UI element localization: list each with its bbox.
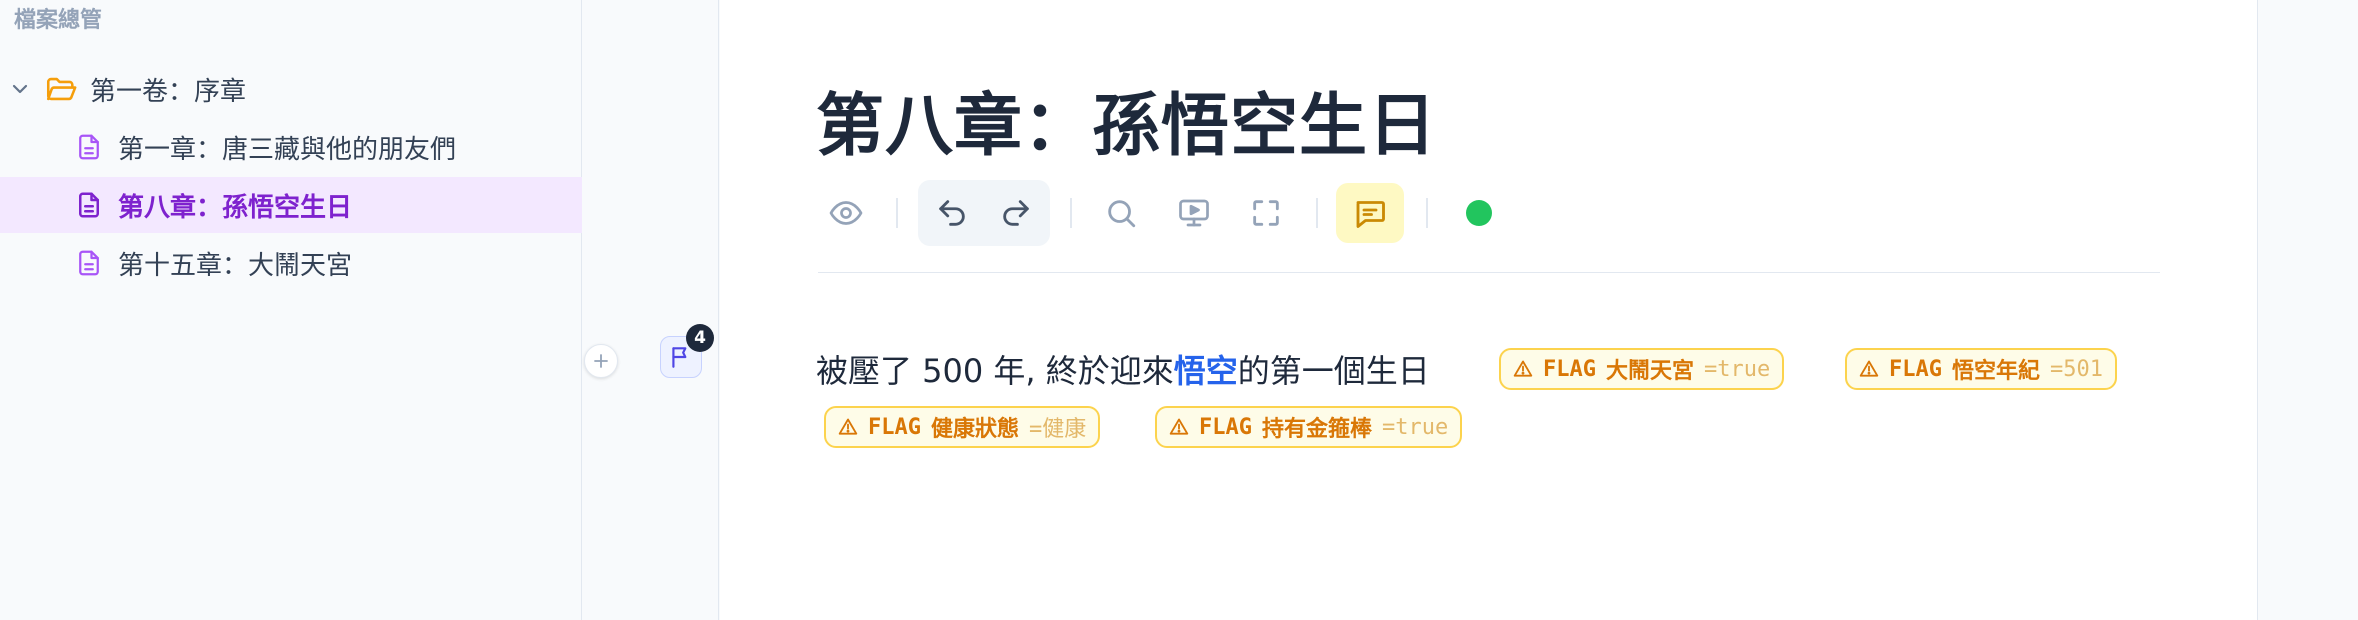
document-icon [79, 250, 99, 276]
flag-name: 健康狀態 [930, 417, 1019, 442]
flag-tag[interactable]: FLAG 大鬧天宮 =true [1499, 348, 1785, 390]
flag-name: 持有金箍棒 [1261, 417, 1372, 442]
tree-item-chapter-1[interactable]: 第一章：唐三藏與他的朋友們 [0, 119, 582, 175]
toolbar-divider [818, 272, 2160, 273]
flag-keyword: FLAG [1199, 414, 1252, 440]
flag-value: =true [1704, 356, 1771, 382]
search-icon [1108, 200, 1136, 228]
content-text: 的第一個生日 [1237, 352, 1430, 390]
flag-name: 大鬧天宮 [1605, 359, 1694, 384]
content-text: 被壓了 500 年, 終於迎來 [816, 352, 1174, 390]
sidebar-title: 檔案總管 [14, 8, 103, 33]
toolbar-separator [1316, 198, 1318, 228]
tree-item-chapter-15[interactable]: 第十五章：大鬧天宮 [0, 235, 582, 291]
eye-icon [829, 201, 863, 225]
tree-item-label: 第八章：孫悟空生日 [118, 192, 353, 223]
flag-value: =健康 [1029, 417, 1087, 442]
toolbar-separator [1426, 198, 1428, 228]
flag-value: =501 [2050, 356, 2103, 382]
flag-name: 悟空年紀 [1951, 359, 2040, 384]
warning-icon [838, 418, 858, 435]
flag-tag[interactable]: FLAG 健康狀態 =健康 [824, 406, 1101, 448]
status-indicator [1466, 200, 1492, 226]
folder-open-icon [46, 77, 77, 101]
flag-keyword: FLAG [868, 414, 921, 440]
comment-button[interactable] [1348, 191, 1392, 235]
preview-button[interactable] [824, 191, 868, 235]
document-icon [79, 134, 99, 160]
flag-keyword: FLAG [1543, 356, 1596, 382]
add-block-button[interactable] [584, 344, 618, 378]
editor-gutter [583, 0, 719, 620]
flag-tag[interactable]: FLAG 持有金箍棒 =true [1155, 406, 1463, 448]
mention-link[interactable]: 悟空 [1174, 352, 1238, 390]
file-explorer-sidebar: 檔案總管 第一卷：序章 第一章：唐三藏與他的朋友們 第八章：孫悟空生日 第十五章… [0, 0, 582, 620]
undo-icon [939, 200, 965, 226]
fullscreen-icon [1253, 200, 1279, 226]
flag-count-badge: 4 [686, 324, 714, 352]
content-paragraph[interactable]: 被壓了 500 年, 終於迎來悟空的第一個生日 [816, 346, 1430, 392]
tree-item-label: 第十五章：大鬧天宮 [118, 250, 353, 281]
redo-button[interactable] [994, 191, 1038, 235]
flag-tag[interactable]: FLAG 悟空年紀 =501 [1845, 348, 2117, 390]
comment-icon [1356, 201, 1385, 228]
warning-icon [1859, 360, 1879, 377]
redo-icon [1003, 200, 1029, 226]
right-margin [2258, 0, 2358, 620]
tree-item-label: 第一章：唐三藏與他的朋友們 [118, 134, 457, 165]
plus-icon [594, 354, 608, 368]
flag-value: =true [1382, 414, 1449, 440]
warning-icon [1513, 360, 1533, 377]
fullscreen-button[interactable] [1244, 191, 1288, 235]
tree-item-volume-1[interactable]: 第一卷：序章 [0, 61, 582, 117]
document-icon [79, 192, 99, 218]
toolbar-separator [896, 198, 898, 228]
present-icon [1179, 199, 1209, 227]
flag-keyword: FLAG [1889, 356, 1942, 382]
warning-icon [1169, 418, 1189, 435]
chevron-down-icon[interactable] [8, 77, 32, 101]
search-button[interactable] [1099, 191, 1143, 235]
page-title[interactable]: 第八章：孫悟空生日 [816, 70, 1437, 169]
tree-item-chapter-8[interactable]: 第八章：孫悟空生日 [0, 177, 582, 233]
toolbar-separator [1070, 198, 1072, 228]
present-button[interactable] [1172, 191, 1216, 235]
tree-item-label: 第一卷：序章 [90, 76, 247, 107]
undo-button[interactable] [930, 191, 974, 235]
